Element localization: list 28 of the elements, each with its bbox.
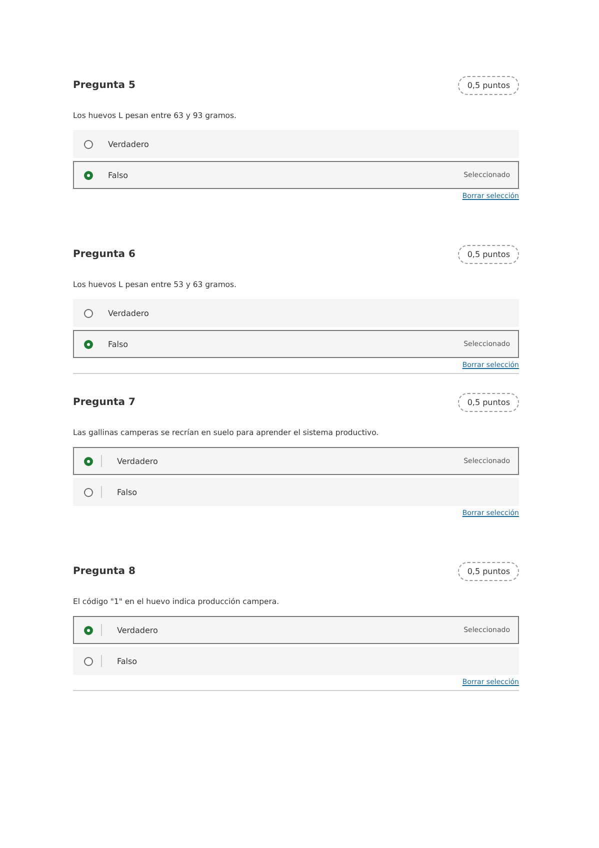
points-badge: 0,5 puntos [458,244,519,264]
option-label: Falso [108,170,128,180]
points-badge: 0,5 puntos [458,392,519,412]
radio-button[interactable] [84,656,93,666]
option-label: Verdadero [108,140,149,148]
radio-button[interactable] [84,308,93,318]
question-title: Pregunta 5 [73,80,136,90]
radio-button[interactable] [84,456,93,466]
question-title: Pregunta 6 [73,248,136,260]
option-label: Verdadero [117,456,158,466]
points-badge: 0,5 puntos [458,562,519,580]
answer-option[interactable]: Verdadero [73,299,519,327]
radio-button[interactable] [84,340,93,348]
option-label: Verdadero [117,626,158,634]
radio-button[interactable] [84,170,93,180]
radio-button[interactable] [84,488,93,496]
answer-option[interactable]: Falso [73,647,519,675]
answer-option[interactable]: Falso [73,478,519,506]
option-label: Falso [117,488,138,496]
radio-button[interactable] [84,140,93,148]
option-label: Falso [117,656,138,666]
option-label: Falso [108,340,128,348]
question-title: Pregunta 8 [73,566,136,576]
points-badge: 0,5 puntos [458,76,519,94]
radio-button[interactable] [84,626,93,634]
option-label: Verdadero [108,308,149,318]
question-title: Pregunta 7 [73,396,136,408]
answer-option[interactable]: Verdadero [73,130,519,158]
